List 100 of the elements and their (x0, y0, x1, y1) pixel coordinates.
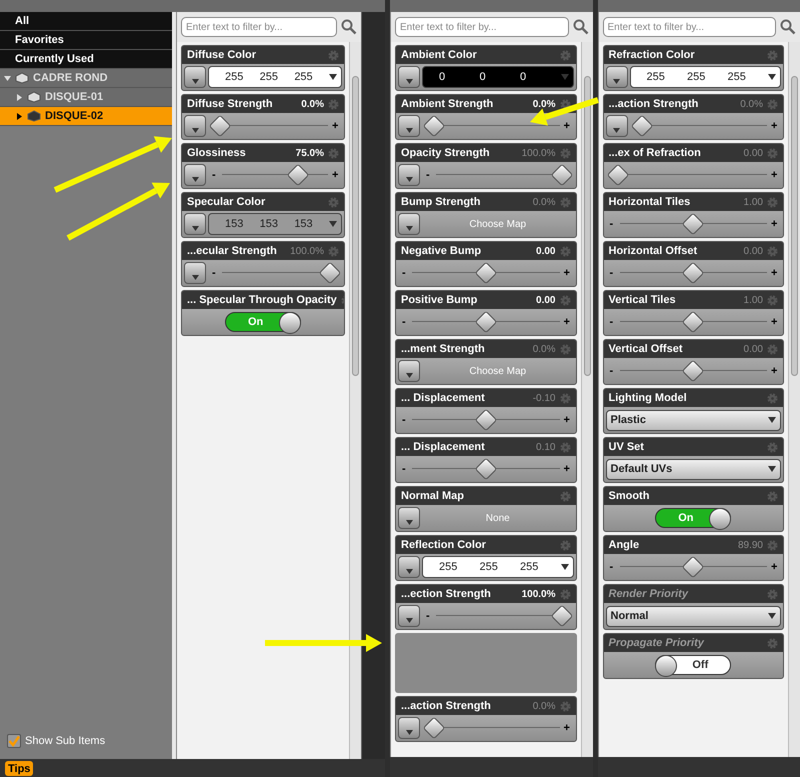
checkbox[interactable] (7, 734, 21, 748)
slider-track[interactable] (436, 606, 570, 626)
filter-item[interactable]: Favorites (0, 31, 172, 50)
minus-sign[interactable]: - (610, 216, 616, 232)
filter-field[interactable]: Enter text to filter by... (395, 17, 568, 37)
filter-field[interactable]: Enter text to filter by... (602, 17, 776, 37)
expand-arrow-icon[interactable] (4, 74, 11, 82)
menu-button[interactable] (398, 556, 420, 578)
slider-track[interactable] (620, 312, 767, 332)
scrollbar[interactable] (580, 42, 592, 757)
slider-track[interactable] (620, 557, 767, 577)
minus-sign[interactable]: - (426, 166, 432, 184)
plus-sign[interactable]: + (332, 118, 338, 134)
tree-item[interactable]: DISQUE-02 (0, 107, 172, 126)
toggle-state: Off (692, 658, 708, 673)
color-field[interactable]: 255 255 255 (630, 66, 781, 88)
filter-item[interactable]: Currently Used (0, 50, 172, 69)
menu-button[interactable] (184, 115, 206, 137)
minus-sign[interactable]: - (402, 314, 408, 330)
menu-button[interactable] (606, 66, 628, 88)
menu-button[interactable] (184, 164, 206, 186)
tips-button[interactable]: Tips (5, 760, 34, 776)
menu-button[interactable] (398, 164, 420, 186)
minus-sign[interactable]: - (402, 264, 408, 282)
slider-thumb[interactable] (422, 716, 446, 740)
search-icon[interactable] (341, 19, 357, 35)
minus-sign[interactable]: - (402, 412, 408, 428)
slider-track[interactable] (412, 312, 560, 332)
minus-sign[interactable]: - (610, 558, 616, 576)
minus-sign[interactable]: - (610, 264, 616, 282)
slider-thumb[interactable] (550, 604, 573, 628)
search-icon[interactable] (780, 19, 796, 35)
minus-sign[interactable]: - (212, 264, 218, 282)
color-field[interactable]: 0 0 0 (422, 66, 574, 88)
plus-sign[interactable]: + (564, 314, 570, 330)
plus-sign[interactable]: + (771, 216, 777, 232)
color-field[interactable]: 255 255 255 (422, 556, 574, 578)
menu-button[interactable] (398, 115, 420, 137)
scrollbar[interactable] (788, 42, 800, 757)
slider-track[interactable] (634, 116, 767, 136)
scrollbar[interactable] (349, 42, 361, 759)
slider-track[interactable] (222, 263, 338, 283)
plus-sign[interactable]: + (332, 166, 338, 184)
slider-track[interactable] (620, 361, 767, 381)
expand-arrow-icon[interactable] (16, 112, 23, 120)
menu-button[interactable] (398, 507, 420, 529)
plus-sign[interactable]: + (771, 314, 777, 330)
menu-button[interactable] (398, 605, 420, 627)
minus-sign[interactable]: - (610, 314, 616, 330)
minus-sign[interactable]: - (610, 362, 616, 380)
color-field[interactable]: 153 153 153 (208, 213, 342, 235)
slider-thumb[interactable] (208, 114, 232, 138)
minus-sign[interactable]: - (402, 460, 408, 478)
plus-sign[interactable]: + (771, 264, 777, 282)
menu-button[interactable] (398, 717, 420, 739)
plus-sign[interactable]: + (564, 118, 570, 134)
menu-button[interactable] (398, 360, 420, 382)
slider-track[interactable] (426, 718, 560, 738)
plus-sign[interactable]: + (771, 166, 777, 184)
slider-track[interactable] (426, 116, 560, 136)
menu-button[interactable] (184, 213, 206, 235)
tree-item[interactable]: CADRE ROND (0, 69, 172, 88)
slider-track[interactable] (412, 459, 560, 479)
menu-button[interactable] (606, 115, 628, 137)
tree-item[interactable]: DISQUE-01 (0, 88, 172, 107)
expand-arrow-icon[interactable] (16, 94, 23, 100)
slider-track[interactable] (412, 263, 560, 283)
menu-button[interactable] (184, 66, 206, 88)
minus-sign[interactable]: - (212, 166, 218, 184)
search-icon[interactable] (572, 19, 588, 35)
filter-field[interactable]: Enter text to filter by... (181, 17, 337, 37)
slider-thumb[interactable] (606, 164, 629, 186)
plus-sign[interactable]: + (771, 558, 777, 576)
property-label: ...action Strength (401, 698, 492, 714)
slider-track[interactable] (412, 410, 560, 430)
gear-icon[interactable] (560, 98, 570, 110)
plus-sign[interactable]: + (564, 412, 570, 428)
slider-thumb[interactable] (318, 262, 342, 284)
plus-sign[interactable]: + (771, 362, 777, 380)
plus-sign[interactable]: + (771, 118, 777, 134)
menu-button[interactable] (398, 213, 420, 235)
slider-track[interactable] (610, 165, 767, 185)
slider-thumb[interactable] (550, 164, 573, 186)
slider-track[interactable] (620, 214, 767, 234)
minus-sign[interactable]: - (426, 608, 432, 624)
menu-button[interactable] (184, 262, 206, 284)
slider-thumb[interactable] (630, 114, 653, 138)
menu-button[interactable] (398, 66, 420, 88)
plus-sign[interactable]: + (564, 720, 570, 736)
slider-track[interactable] (222, 165, 328, 185)
color-field[interactable]: 255 255 255 (208, 66, 342, 88)
filter-item[interactable]: All (0, 12, 172, 31)
slider-track[interactable] (436, 165, 570, 185)
slider-track[interactable] (212, 116, 328, 136)
select-dropdown[interactable]: Plastic (606, 410, 781, 430)
slider-thumb[interactable] (422, 114, 446, 138)
plus-sign[interactable]: + (564, 460, 570, 478)
slider-track[interactable] (620, 263, 767, 283)
plus-sign[interactable]: + (564, 264, 570, 282)
select-dropdown[interactable]: Default UVs (606, 458, 781, 480)
